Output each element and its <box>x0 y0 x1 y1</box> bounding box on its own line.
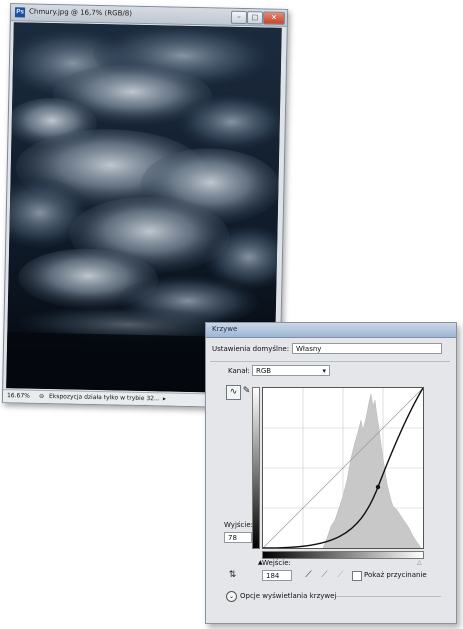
channel-select[interactable]: RGB ▾ <box>252 365 330 376</box>
channel-value: RGB <box>256 367 272 375</box>
black-eyedropper-button[interactable]: ⟋ <box>302 569 315 582</box>
cloud-forms <box>6 23 282 343</box>
show-clipping-label: Pokaż przycinanie <box>364 571 427 579</box>
divider <box>210 361 450 362</box>
chevron-down-icon: ▾ <box>322 367 326 375</box>
output-field[interactable]: 78 <box>224 532 252 543</box>
white-point-slider[interactable]: △ <box>417 559 422 566</box>
channel-label: Kanał: <box>228 367 250 375</box>
curves-graph[interactable] <box>262 387 424 549</box>
maximize-icon: □ <box>251 13 259 22</box>
input-field[interactable]: 184 <box>262 570 292 581</box>
curve-options-toggle[interactable]: ⌄ <box>226 591 237 602</box>
preset-label: Ustawienia domyślne: <box>212 345 290 353</box>
preset-select[interactable]: Własny <box>292 343 442 354</box>
curve-edit-tool[interactable]: ∿ <box>226 385 241 400</box>
divider <box>336 596 441 597</box>
black-eyedropper-icon: ⟋ <box>305 570 312 580</box>
photoshop-app-icon: Ps <box>14 7 26 18</box>
zoom-level[interactable]: 16.67% <box>7 390 30 402</box>
curve-control-point[interactable] <box>375 484 381 490</box>
histogram <box>322 393 422 549</box>
show-clipping-checkbox[interactable] <box>352 571 362 581</box>
gray-eyedropper-button[interactable]: ⟋ <box>318 569 331 582</box>
status-info-icon[interactable]: ⊖ <box>39 391 44 403</box>
chevron-down-icon: ⌄ <box>228 593 235 600</box>
output-label: Wyjście: <box>224 521 253 529</box>
close-button[interactable]: ✕ <box>262 11 286 25</box>
curves-titlebar[interactable]: Krzywe <box>206 323 456 338</box>
pencil-icon: ✎ <box>242 386 251 396</box>
status-message: Ekspozycja działa tylko w trybie 32... <box>48 393 160 403</box>
hand-adjust-icon: ⇅ <box>228 570 237 580</box>
curves-dialog: Krzywe Ustawienia domyślne: Własny Kanał… <box>205 322 457 624</box>
minimize-icon: – <box>237 12 241 21</box>
document-title: Chmury.jpg @ 16,7% (RGB/8) <box>28 7 133 18</box>
curve-display-options-label: Opcje wyświetlania krzywej <box>240 592 337 600</box>
output-gradient-bar <box>252 387 260 549</box>
input-gradient-bar <box>262 551 424 559</box>
close-icon: ✕ <box>270 13 277 22</box>
gray-eyedropper-icon: ⟋ <box>321 570 328 580</box>
status-menu-arrow-icon[interactable]: ▸ <box>163 393 166 405</box>
curve-edit-icon: ∿ <box>229 387 238 397</box>
input-label: Wejście: <box>262 559 291 567</box>
white-eyedropper-button[interactable]: ⟋ <box>334 569 347 582</box>
maximize-button[interactable]: □ <box>246 11 264 25</box>
minimize-button[interactable]: – <box>230 10 248 25</box>
on-image-adjust-tool[interactable]: ⇅ <box>226 569 239 582</box>
curves-graph-svg <box>262 387 424 549</box>
curves-title: Krzywe <box>212 325 238 333</box>
white-eyedropper-icon: ⟋ <box>337 570 344 580</box>
